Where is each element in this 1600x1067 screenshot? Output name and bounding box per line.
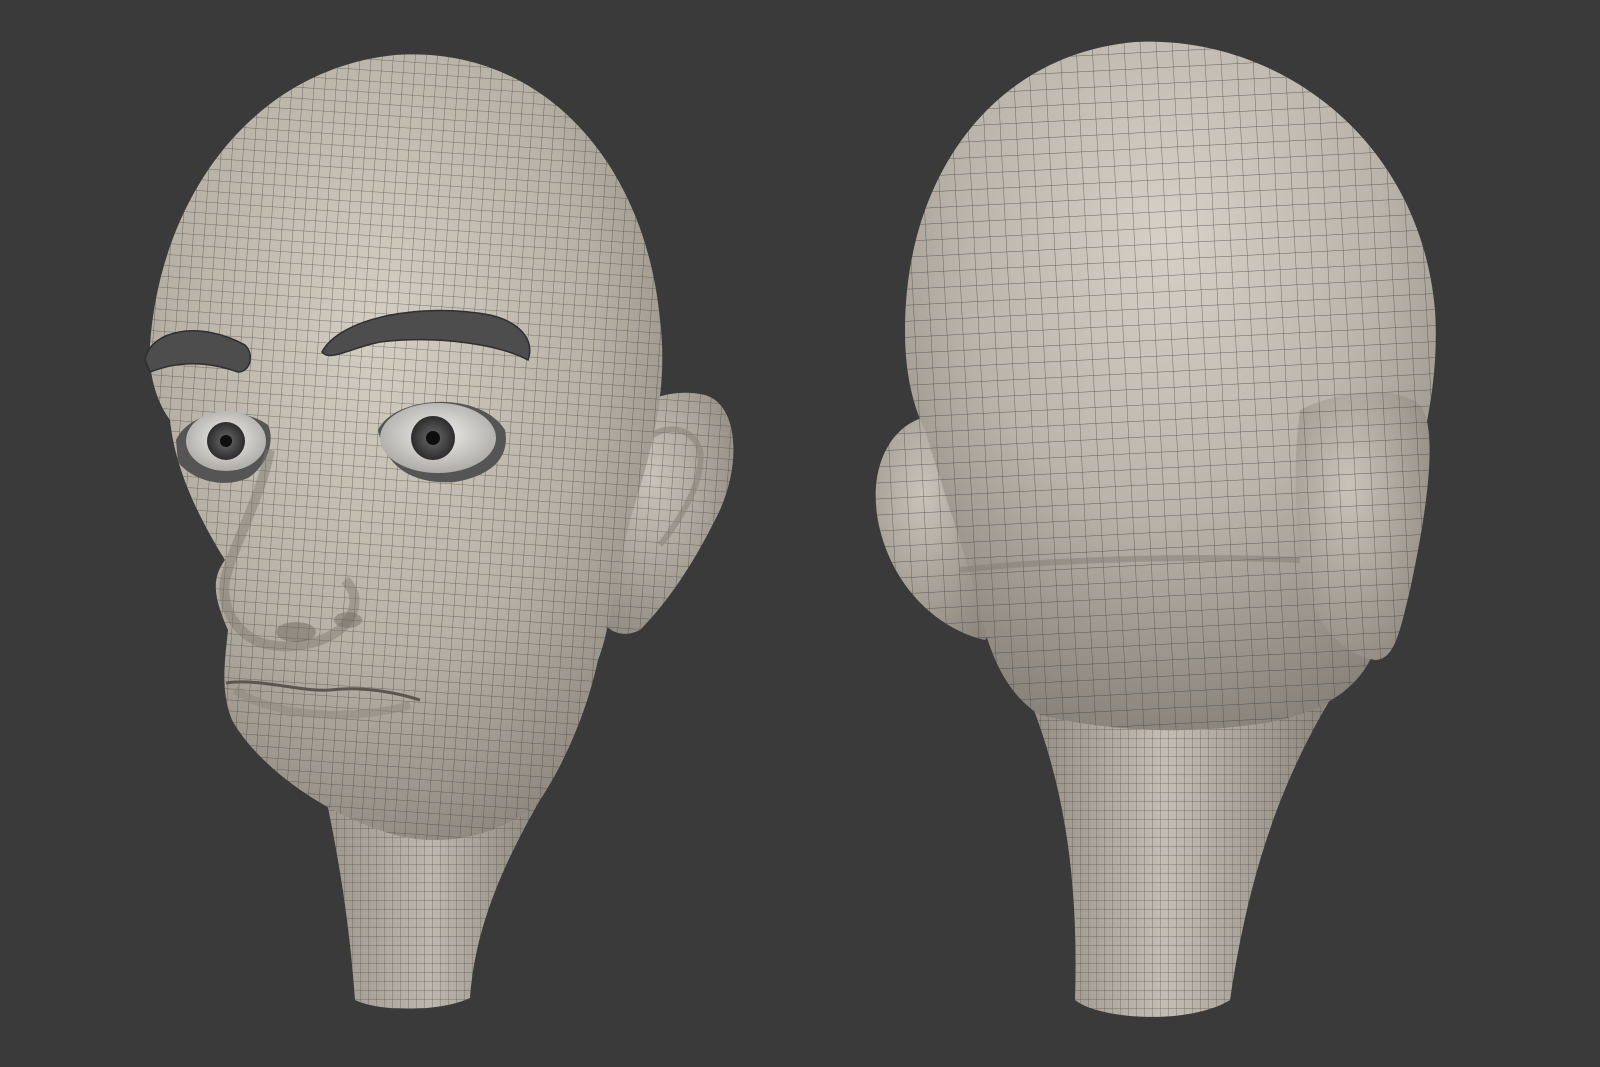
back-head-model [875, 41, 1436, 1017]
back-neck [1030, 700, 1330, 1017]
render-canvas [144, 41, 1436, 1017]
3d-viewport [0, 0, 1600, 1067]
front-head-model [144, 54, 734, 1009]
